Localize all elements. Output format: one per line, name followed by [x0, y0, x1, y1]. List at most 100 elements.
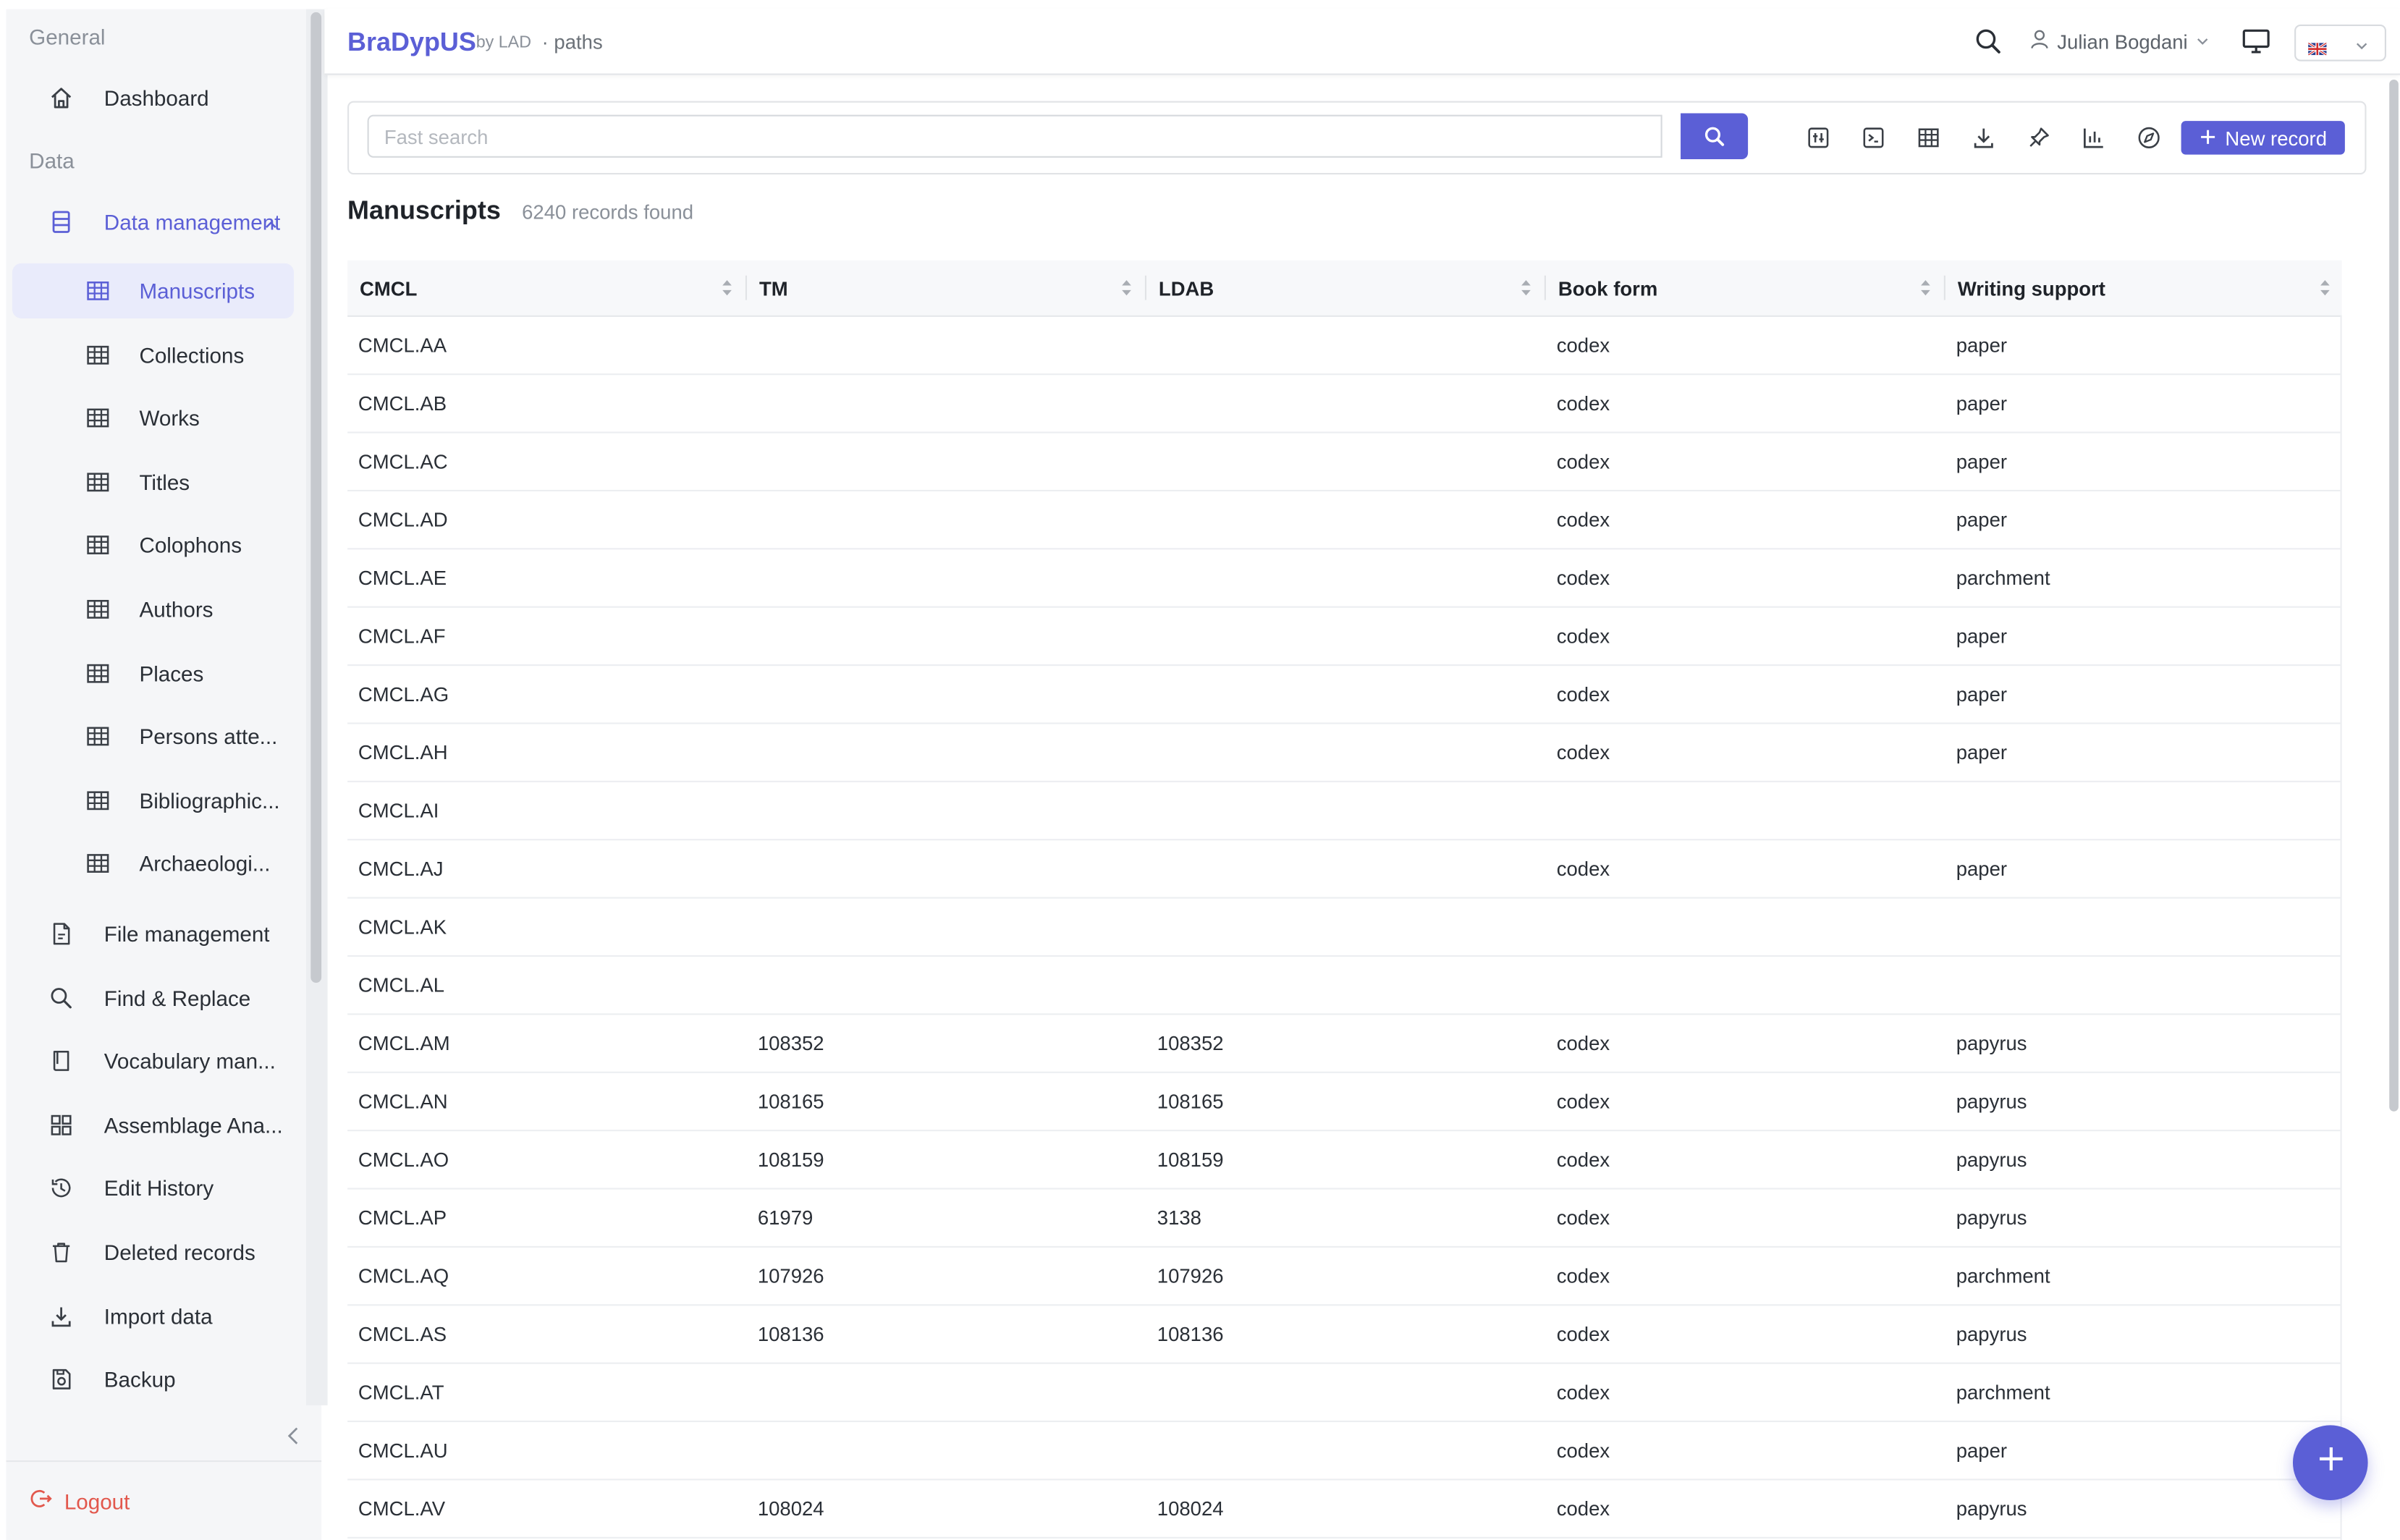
sort-icon[interactable]	[1919, 277, 1932, 299]
cell-book-form: codex	[1556, 1497, 1610, 1520]
chevron-up-icon[interactable]	[263, 213, 279, 237]
logout-icon	[30, 1488, 52, 1514]
table-row[interactable]: CMCL.AO 108159 108159 codex papyrus	[347, 1131, 2342, 1190]
table-row[interactable]: CMCL.AB codex paper	[347, 375, 2342, 433]
page-title: Manuscripts	[347, 195, 501, 225]
cell-book-form: codex	[1556, 449, 1610, 473]
table-row[interactable]: CMCL.AV 108024 108024 codex papyrus	[347, 1480, 2342, 1539]
sidebar-item-vocabulary-man[interactable]: Vocabulary man...	[12, 1033, 294, 1088]
brand-name[interactable]: BraDypUS	[347, 28, 476, 58]
cell-tm: 108165	[757, 1090, 824, 1113]
table-row[interactable]: CMCL.AN 108165 108165 codex papyrus	[347, 1073, 2342, 1132]
monitor-icon[interactable]	[2241, 28, 2271, 55]
table-row[interactable]: CMCL.AS 108136 108136 codex papyrus	[347, 1306, 2342, 1364]
collapse-sidebar-icon[interactable]	[282, 1423, 306, 1448]
table-icon	[85, 470, 110, 494]
sidebar-item-places[interactable]: Places	[12, 646, 294, 701]
table-row[interactable]: CMCL.AE codex parchment	[347, 549, 2342, 608]
sidebar-item-data-management[interactable]: Data management	[12, 195, 294, 250]
table-row[interactable]: CMCL.AM 108352 108352 codex papyrus	[347, 1015, 2342, 1073]
table-row[interactable]: CMCL.AJ codex paper	[347, 840, 2342, 899]
cell-writing-support: papyrus	[1956, 1031, 2027, 1055]
sidebar-item-bibliographic[interactable]: Bibliographic...	[12, 773, 294, 828]
search-icon	[49, 985, 74, 1010]
table-row[interactable]: CMCL.AG codex paper	[347, 666, 2342, 724]
sidebar-item-authors[interactable]: Authors	[12, 582, 294, 637]
sidebar-item-manuscripts[interactable]: Manuscripts	[12, 263, 295, 318]
table-row[interactable]: CMCL.AT codex parchment	[347, 1364, 2342, 1423]
database-icon	[49, 210, 74, 234]
cell-cmcl: CMCL.AL	[358, 973, 445, 997]
terminal-icon[interactable]	[1859, 124, 1887, 151]
table-row[interactable]: CMCL.AA codex paper	[347, 317, 2342, 376]
search-icon[interactable]	[1974, 28, 2002, 55]
search-button[interactable]	[1681, 113, 1749, 159]
pin-icon[interactable]	[2025, 124, 2053, 151]
sort-icon[interactable]	[1520, 277, 1532, 299]
column-header-cmcl[interactable]: CMCL	[347, 261, 748, 316]
chart-icon[interactable]	[2080, 124, 2108, 151]
logout-button[interactable]: Logout	[30, 1488, 130, 1514]
table-row[interactable]: CMCL.AQ 107926 107926 codex parchment	[347, 1248, 2342, 1306]
column-header-label: LDAB	[1158, 276, 1214, 300]
download-icon[interactable]	[1970, 124, 1998, 151]
column-header-label: TM	[759, 276, 788, 300]
cell-cmcl: CMCL.AS	[358, 1322, 447, 1346]
main-scrollbar[interactable]	[2385, 77, 2400, 1540]
add-record-fab[interactable]	[2292, 1425, 2368, 1500]
user-menu[interactable]: Julian Bogdani	[2029, 29, 2210, 54]
table-row[interactable]: CMCL.AU codex paper	[347, 1422, 2342, 1481]
new-record-button[interactable]: New record	[2181, 121, 2345, 155]
table-row[interactable]: CMCL.AI	[347, 782, 2342, 841]
table-row[interactable]: CMCL.AD codex paper	[347, 491, 2342, 550]
cell-cmcl: CMCL.AC	[358, 449, 448, 473]
sidebar-item-file-management[interactable]: File management	[12, 906, 294, 961]
table-row[interactable]: CMCL.AL	[347, 957, 2342, 1015]
sidebar-item-works[interactable]: Works	[12, 391, 294, 446]
sidebar-item-backup[interactable]: Backup	[12, 1352, 294, 1407]
column-header-writing-support[interactable]: Writing support	[1945, 261, 2342, 316]
history-icon	[49, 1176, 74, 1201]
table-icon	[85, 597, 110, 622]
language-select[interactable]	[2294, 24, 2386, 62]
sidebar-item-deleted-records[interactable]: Deleted records	[12, 1224, 294, 1279]
cell-tm: 108352	[757, 1031, 824, 1055]
table-row[interactable]: CMCL.AK	[347, 899, 2342, 957]
cell-cmcl: CMCL.AG	[358, 682, 449, 706]
column-header-tm[interactable]: TM	[747, 261, 1146, 316]
table-row[interactable]: CMCL.AP 61979 3138 codex papyrus	[347, 1190, 2342, 1248]
table-icon	[85, 661, 110, 685]
search-input[interactable]	[367, 114, 1662, 158]
cell-writing-support: parchment	[1956, 566, 2050, 590]
backup-icon	[49, 1367, 74, 1392]
sidebar-item-assemblage-ana[interactable]: Assemblage Ana...	[12, 1097, 294, 1152]
sort-icon[interactable]	[721, 277, 733, 299]
sidebar-item-import-data[interactable]: Import data	[12, 1288, 294, 1343]
sidebar-item-titles[interactable]: Titles	[12, 454, 294, 509]
cell-tm: 108024	[757, 1497, 824, 1520]
table-icon[interactable]	[1915, 124, 1943, 151]
column-header-ldab[interactable]: LDAB	[1146, 261, 1546, 316]
sidebar-item-edit-history[interactable]: Edit History	[12, 1161, 294, 1216]
sidebar-item-colophons[interactable]: Colophons	[12, 518, 294, 573]
table-row[interactable]: CMCL.AC codex paper	[347, 433, 2342, 492]
sort-icon[interactable]	[1120, 277, 1133, 299]
table-row[interactable]: CMCL.AH codex paper	[347, 724, 2342, 782]
sidebar-item-label: Archaeologi...	[139, 851, 271, 876]
sidebar-item-collections[interactable]: Collections	[12, 327, 294, 382]
sidebar-item-persons-atte[interactable]: Persons atte...	[12, 709, 294, 764]
compass-icon[interactable]	[2135, 124, 2163, 151]
sidebar-scrollbar[interactable]	[305, 9, 328, 1405]
sidebar-item-find-replace[interactable]: Find & Replace	[12, 970, 294, 1025]
sidebar-item-label: Manuscripts	[139, 278, 255, 303]
sidebar-item-label: Data management	[103, 209, 281, 234]
records-table: CMCL TM LDAB Book form Writing support CMCL.…	[347, 260, 2342, 1540]
cell-cmcl: CMCL.AA	[358, 334, 447, 357]
sidebar-item-archaeologi[interactable]: Archaeologi...	[12, 837, 294, 892]
sort-icon[interactable]	[2319, 277, 2331, 299]
table-row[interactable]: CMCL.AF codex paper	[347, 608, 2342, 667]
cell-cmcl: CMCL.AV	[358, 1497, 446, 1520]
adjust-icon[interactable]	[1804, 124, 1832, 151]
column-header-book-form[interactable]: Book form	[1546, 261, 1945, 316]
sidebar-item-dashboard[interactable]: Dashboard	[12, 70, 294, 125]
